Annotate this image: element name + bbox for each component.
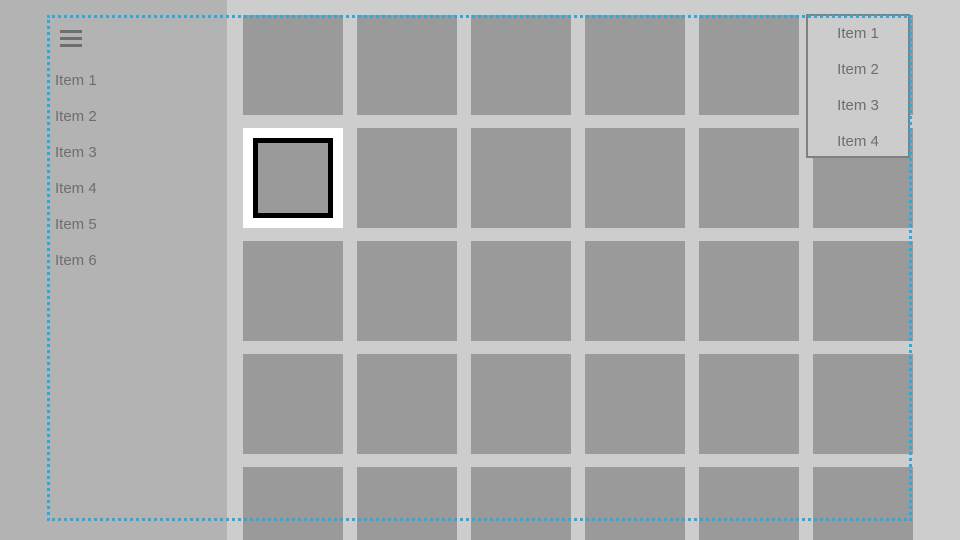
grid-tile[interactable] [357,354,457,454]
sidebar-item-4[interactable]: Item 4 [47,171,227,207]
grid-tile[interactable] [471,467,571,540]
grid-tile[interactable] [813,467,913,540]
grid-tile[interactable] [357,15,457,115]
hamburger-icon[interactable] [56,27,86,53]
hamburger-bar [60,37,82,40]
dropdown-item-2[interactable]: Item 2 [808,52,908,88]
grid-tile[interactable] [813,354,913,454]
sidebar-item-list: Item 1 Item 2 Item 3 Item 4 Item 5 Item 6 [47,63,227,279]
grid-tile[interactable] [585,354,685,454]
grid-tile-selected[interactable] [243,128,343,228]
sidebar: Item 1 Item 2 Item 3 Item 4 Item 5 Item 6 [47,15,227,540]
grid-tile[interactable] [243,15,343,115]
sidebar-item-2[interactable]: Item 2 [47,99,227,135]
grid-tile[interactable] [585,15,685,115]
grid-tile[interactable] [357,467,457,540]
grid-tile[interactable] [471,241,571,341]
dropdown-item-1[interactable]: Item 1 [808,16,908,52]
grid-tile[interactable] [699,467,799,540]
grid-tile[interactable] [243,241,343,341]
hamburger-bar [60,44,82,47]
grid-tile[interactable] [699,354,799,454]
grid-tile[interactable] [585,241,685,341]
grid-tile[interactable] [357,241,457,341]
grid-tile[interactable] [585,128,685,228]
dropdown-menu[interactable]: Item 1 Item 2 Item 3 Item 4 [806,14,910,158]
app-root: Item 1 Item 2 Item 3 Item 4 Item 5 Item 6 Ite… [0,0,960,540]
dropdown-item-4[interactable]: Item 4 [808,124,908,160]
dropdown-item-3[interactable]: Item 3 [808,88,908,124]
grid-tile[interactable] [585,467,685,540]
hamburger-bar [60,30,82,33]
grid-tile[interactable] [471,354,571,454]
sidebar-item-6[interactable]: Item 6 [47,243,227,279]
grid-tile[interactable] [699,128,799,228]
sidebar-item-3[interactable]: Item 3 [47,135,227,171]
grid-tile[interactable] [243,354,343,454]
sidebar-item-5[interactable]: Item 5 [47,207,227,243]
grid-tile[interactable] [471,15,571,115]
grid-tile[interactable] [357,128,457,228]
grid-tile[interactable] [813,241,913,341]
grid-tile[interactable] [699,15,799,115]
grid-tile[interactable] [471,128,571,228]
grid-tile[interactable] [243,467,343,540]
sidebar-item-1[interactable]: Item 1 [47,63,227,99]
grid-tile-inner [253,138,333,218]
grid-tile[interactable] [699,241,799,341]
